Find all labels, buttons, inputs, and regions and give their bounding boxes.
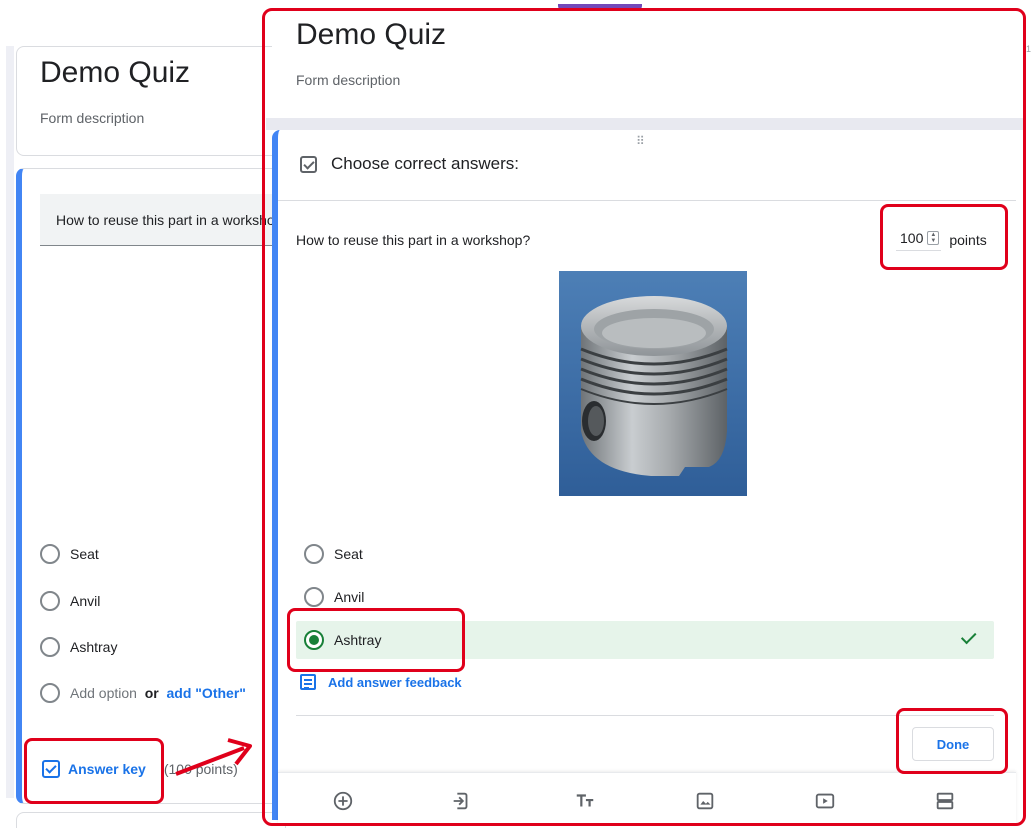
points-label: points [949,231,987,248]
done-button[interactable]: Done [912,727,994,761]
answer-key-check-icon [42,760,60,778]
background-option-seat[interactable]: Seat [70,546,99,562]
background-option-anvil[interactable]: Anvil [70,593,100,609]
add-title-icon[interactable] [574,790,596,812]
checkbox-icon [300,155,317,173]
background-question-input[interactable]: How to reuse this part in a workshop? [40,194,280,246]
answer-option-anvil[interactable]: Anvil [296,578,994,616]
points-spinner-icon[interactable]: ▲ ▼ [927,231,940,245]
feedback-note-icon [300,674,316,690]
background-form-description[interactable]: Form description [40,110,144,126]
radio-ashtray-selected[interactable] [304,630,324,650]
option-label-anvil: Anvil [334,589,365,605]
dialog-form-description: Form description [296,72,401,88]
background-radio-anvil [40,591,60,611]
dialog-card-gap [266,118,1024,130]
points-control: 100 ▲ ▼ points [896,228,987,251]
answer-option-seat[interactable]: Seat [296,535,994,573]
answer-key-button[interactable]: Answer key (100 points) [42,760,238,778]
background-radio-ashtray [40,637,60,657]
background-option-ashtray[interactable]: Ashtray [70,639,117,655]
dialog-question-text: How to reuse this part in a workshop? [296,232,531,248]
background-question-card[interactable] [16,168,286,804]
piston-illustration [559,271,747,496]
add-option-link[interactable]: Add option [70,685,137,701]
option-label-seat: Seat [334,546,363,562]
choose-correct-answers-label: Choose correct answers: [331,154,520,173]
import-questions-icon[interactable] [450,790,472,812]
form-background-strip [6,46,14,798]
footer-divider [296,715,994,716]
background-form-title[interactable]: Demo Quiz [40,56,190,90]
side-edge-digit: 1 [1026,44,1032,54]
dialog-form-title: Demo Quiz [296,18,447,51]
add-video-icon[interactable] [814,790,836,812]
background-radio-seat [40,544,60,564]
option-label-ashtray: Ashtray [334,632,382,648]
add-option-row: Add option or add "Other" [70,685,246,701]
radio-anvil[interactable] [304,587,324,607]
piston-image [559,271,747,496]
points-value: 100 [900,230,924,246]
feedback-label: Add answer feedback [328,674,462,690]
add-image-icon[interactable] [694,790,716,812]
radio-seat[interactable] [304,544,324,564]
choose-correct-answers-header: Choose correct answers: [300,154,519,174]
add-answer-feedback-link[interactable]: Add answer feedback [300,674,462,690]
drag-handle-icon[interactable]: ⠿ [636,134,646,148]
question-toolbar [278,772,1016,824]
background-radio-add-option [40,683,60,703]
answer-key-points-summary: (100 points) [163,761,238,777]
header-divider [278,200,1016,201]
points-input[interactable]: 100 ▲ ▼ [896,228,942,251]
answer-key-label: Answer key [68,761,146,777]
correct-check-icon [960,628,977,645]
or-label: or [144,685,159,701]
add-question-icon[interactable] [332,790,354,812]
add-other-link[interactable]: add "Other" [167,685,246,701]
add-section-icon[interactable] [934,790,956,812]
answer-option-ashtray-correct[interactable]: Ashtray [296,621,994,659]
screenshot-stage: Demo Quiz Form description How to reuse … [0,0,1034,828]
background-next-card [16,812,286,828]
